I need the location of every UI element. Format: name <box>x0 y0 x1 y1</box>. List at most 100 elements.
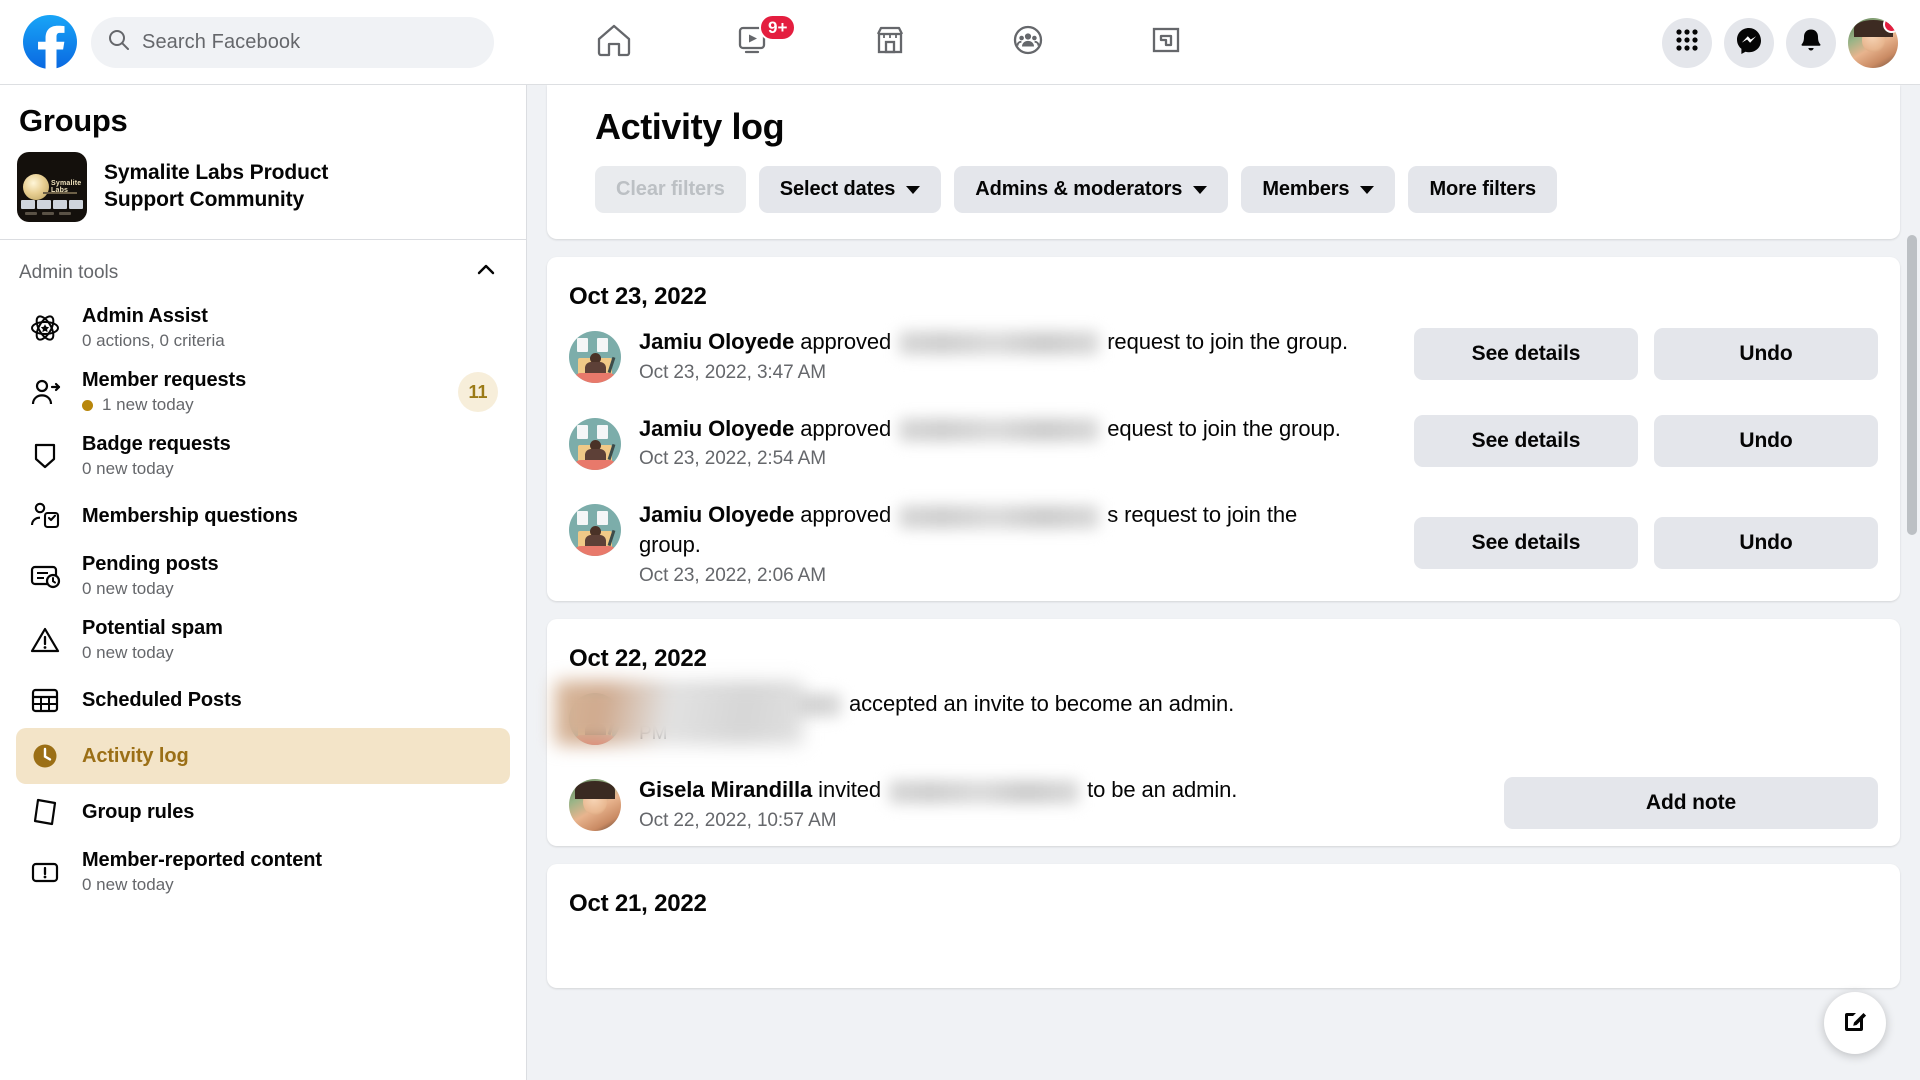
book-icon <box>27 796 63 828</box>
video-badge: 9+ <box>759 14 796 41</box>
undo-button[interactable]: Undo <box>1654 415 1878 467</box>
sidebar-item-label: Scheduled Posts <box>82 689 510 712</box>
actor-name[interactable]: Jamiu Oloyede <box>639 416 794 441</box>
sidebar-item-text: Pending posts0 new today <box>82 553 510 599</box>
redacted-member-name <box>899 505 1099 529</box>
compose-pencil-icon <box>1840 1006 1870 1041</box>
actor-avatar[interactable] <box>569 418 621 470</box>
actor-avatar[interactable] <box>569 504 621 556</box>
nav-marketplace[interactable] <box>821 0 959 85</box>
activity-actions: See details Undo <box>1414 328 1878 380</box>
sidebar-item-pending-posts[interactable]: Pending posts0 new today <box>16 544 510 608</box>
messenger-button[interactable] <box>1724 18 1774 68</box>
see-details-button[interactable]: See details <box>1414 328 1638 380</box>
admin-tools-label: Admin tools <box>19 262 118 284</box>
facebook-logo-icon[interactable] <box>23 15 77 69</box>
nav-video[interactable]: 9+ <box>683 0 821 85</box>
exclamation-icon <box>27 856 63 888</box>
new-indicator-dot <box>82 400 93 411</box>
redacted-member-name <box>889 780 1079 804</box>
activity-sections: Oct 23, 2022Jamiu Oloyede approved reque… <box>527 257 1920 988</box>
activity-text-after: to be an admin. <box>1087 777 1237 802</box>
sidebar-item-sublabel: 0 new today <box>82 643 174 663</box>
actor-name[interactable]: Gisela Mirandilla <box>639 777 812 802</box>
activity-text: accepted an invite to become an admin. <box>639 689 1359 719</box>
undo-button[interactable]: Undo <box>1654 517 1878 569</box>
add-note-button[interactable]: Add note <box>1504 777 1878 829</box>
sidebar-item-group-rules[interactable]: Group rules <box>16 784 510 840</box>
date-heading: Oct 22, 2022 <box>547 619 1900 673</box>
activity-row: Jamiu Oloyede approved equest to join th… <box>547 398 1900 485</box>
warning-icon <box>27 624 63 656</box>
clock-icon <box>27 740 63 772</box>
search-icon <box>108 29 130 56</box>
filter-more-filters-button[interactable]: More filters <box>1408 166 1557 213</box>
sidebar-item-potential-spam[interactable]: Potential spam0 new today <box>16 608 510 672</box>
sidebar-item-member-requests[interactable]: Member requests1 new today11 <box>16 360 510 424</box>
activity-timestamp: Oct 22, 2022, 10:57 AM <box>639 810 1359 832</box>
filter-label: Clear filters <box>616 178 725 201</box>
actor-avatar[interactable] <box>569 331 621 383</box>
sidebar-item-admin-assist[interactable]: Admin Assist0 actions, 0 criteria <box>16 296 510 360</box>
see-details-button[interactable]: See details <box>1414 517 1638 569</box>
undo-button[interactable]: Undo <box>1654 328 1878 380</box>
activity-text: Gisela Mirandilla invited to be an admin… <box>639 775 1359 805</box>
person-add-icon <box>27 376 63 408</box>
actor-avatar[interactable] <box>569 779 621 831</box>
marketplace-icon <box>871 21 909 64</box>
activity-body: Jamiu Oloyede approved request to join t… <box>639 325 1359 384</box>
sidebar-item-subtext: 1 new today <box>82 395 458 415</box>
actor-name[interactable]: Jamiu Oloyede <box>639 502 794 527</box>
see-details-button[interactable]: See details <box>1414 415 1638 467</box>
nav-groups[interactable] <box>959 0 1097 85</box>
pending-post-icon <box>27 560 63 592</box>
account-avatar[interactable] <box>1848 18 1898 68</box>
activity-text-before: invited <box>818 777 881 802</box>
filter-members-button[interactable]: Members <box>1241 166 1395 213</box>
account-badge-dot <box>1883 18 1898 33</box>
activity-text-after: accepted an invite to become an admin. <box>849 691 1234 716</box>
activity-day-card: Oct 22, 2022 accepted an invite to becom… <box>547 619 1900 846</box>
sidebar-item-text: Potential spam0 new today <box>82 617 510 663</box>
sidebar-item-label: Activity log <box>82 745 510 768</box>
nav-gaming[interactable] <box>1097 0 1235 85</box>
sidebar-item-scheduled-posts[interactable]: Scheduled Posts <box>16 672 510 728</box>
activity-actions: See details Undo <box>1414 517 1878 569</box>
activity-body: Gisela Mirandilla invited to be an admin… <box>639 773 1359 832</box>
sidebar-item-member-reported-content[interactable]: Member-reported content0 new today <box>16 840 510 904</box>
button-label: Undo <box>1739 531 1792 555</box>
actor-name[interactable]: Jamiu Oloyede <box>639 329 794 354</box>
notifications-button[interactable] <box>1786 18 1836 68</box>
menu-grid-button[interactable] <box>1662 18 1712 68</box>
sidebar-item-label: Membership questions <box>82 505 510 528</box>
activity-timestamp: Oct 23, 2022, 2:06 AM <box>639 565 1359 587</box>
redacted-member-name <box>899 331 1099 355</box>
compose-button[interactable] <box>1824 992 1886 1054</box>
search-input[interactable]: Search Facebook <box>91 17 494 68</box>
filter-select-dates-button[interactable]: Select dates <box>759 166 942 213</box>
sidebar-item-subtext: 0 new today <box>82 875 510 895</box>
sidebar-item-text: Badge requests0 new today <box>82 433 510 479</box>
scrollbar[interactable] <box>1907 235 1917 535</box>
activity-row: Gisela Mirandilla invited to be an admin… <box>547 759 1900 846</box>
admin-tools-header[interactable]: Admin tools <box>0 240 526 296</box>
gaming-icon <box>1147 21 1185 64</box>
chevron-up-icon[interactable] <box>475 259 497 287</box>
sidebar-item-text: Member-reported content0 new today <box>82 849 510 895</box>
sidebar-item-membership-questions[interactable]: Membership questions <box>16 488 510 544</box>
filter-admins-moderators-button[interactable]: Admins & moderators <box>954 166 1228 213</box>
activity-text: Jamiu Oloyede approved equest to join th… <box>639 414 1359 444</box>
search-placeholder: Search Facebook <box>142 31 300 54</box>
actor-avatar[interactable] <box>569 693 621 745</box>
sidebar-item-badge-requests[interactable]: Badge requests0 new today <box>16 424 510 488</box>
nav-home[interactable] <box>545 0 683 85</box>
group-entry[interactable]: Symalite Labs Symalite Labs Product Supp… <box>0 139 526 239</box>
activity-empty-space <box>547 918 1900 988</box>
sidebar-item-label: Member requests <box>82 369 458 392</box>
activity-text-before: approved <box>800 416 891 441</box>
activity-day-card: Oct 23, 2022Jamiu Oloyede approved reque… <box>547 257 1900 601</box>
group-name: Symalite Labs Product Support Community <box>104 160 404 214</box>
activity-timestamp: PM <box>639 723 1359 745</box>
sidebar-item-activity-log[interactable]: Activity log <box>16 728 510 784</box>
left-sidebar: Groups Symalite Labs Symalite Labs Produ… <box>0 85 527 1080</box>
